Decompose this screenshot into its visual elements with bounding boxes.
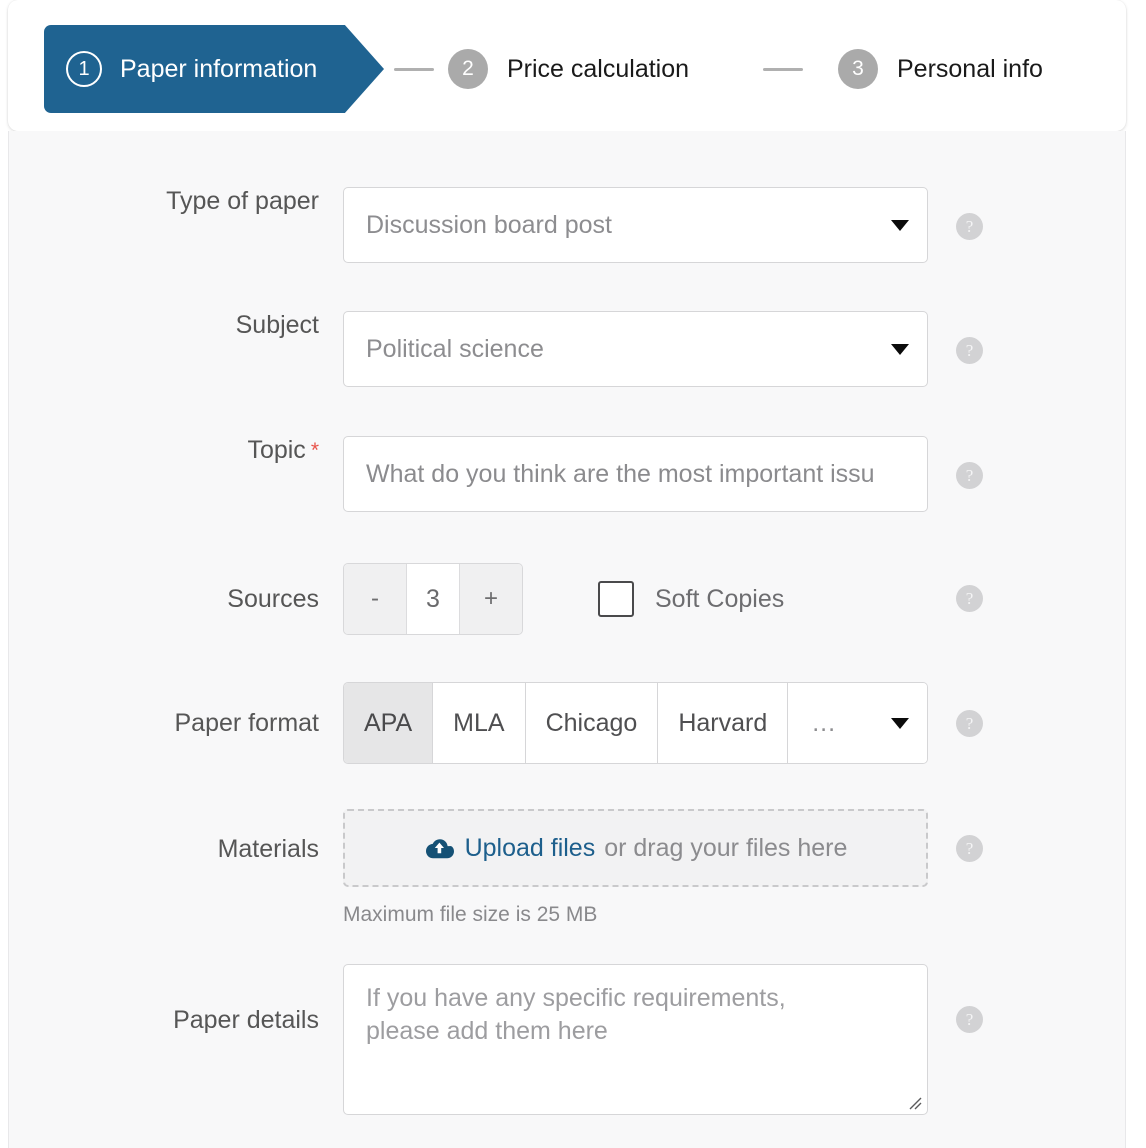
paper-format-option-mla[interactable]: MLA <box>433 683 525 763</box>
upload-files-link[interactable]: Upload files <box>465 834 596 863</box>
materials-help-icon[interactable]: ? <box>956 835 983 862</box>
paper-details-help-icon[interactable]: ? <box>956 1006 983 1033</box>
field-paper-details: Paper details If you have any specific r… <box>9 964 1125 1115</box>
paper-format-control: APA MLA Chicago Harvard ... <box>343 682 928 764</box>
field-materials: Materials Upload files or drag your file… <box>9 809 1125 927</box>
step-1-paper-information[interactable]: 1 Paper information <box>44 25 384 113</box>
step-connector-2 <box>763 68 803 71</box>
paper-details-control: If you have any specific requirements, p… <box>343 964 928 1115</box>
step-3-label: Personal info <box>897 55 1043 84</box>
sources-increment-button[interactable]: + <box>459 564 522 634</box>
step-2-label: Price calculation <box>507 55 689 84</box>
chevron-down-icon <box>891 718 909 729</box>
cloud-upload-icon <box>424 837 454 859</box>
topic-control: What do you think are the most important… <box>343 436 928 512</box>
step-3-number: 3 <box>838 49 878 89</box>
step-connector-1 <box>394 68 434 71</box>
paper-format-option-harvard[interactable]: Harvard <box>658 683 788 763</box>
paper-format-option-apa[interactable]: APA <box>344 683 433 763</box>
field-topic: Topic * What do you think are the most im… <box>9 436 1125 512</box>
type-of-paper-control: Discussion board post <box>343 187 928 263</box>
subject-select[interactable]: Political science <box>343 311 928 387</box>
required-asterisk: * <box>311 439 319 462</box>
upload-prompt: Upload files or drag your files here <box>424 834 848 863</box>
paper-format-option-chicago[interactable]: Chicago <box>526 683 659 763</box>
chevron-down-icon <box>891 220 909 231</box>
resize-handle-icon[interactable] <box>906 1094 922 1110</box>
topic-placeholder: What do you think are the most important… <box>366 460 875 489</box>
step-3-personal-info[interactable]: 3 Personal info <box>838 25 1043 113</box>
topic-label: Topic * <box>9 436 319 465</box>
paper-format-options: APA MLA Chicago Harvard ... <box>343 682 928 764</box>
type-of-paper-select[interactable]: Discussion board post <box>343 187 928 263</box>
subject-label: Subject <box>9 311 319 340</box>
field-paper-format: Paper format APA MLA Chicago Harvard ...… <box>9 682 1125 764</box>
soft-copies-checkbox[interactable] <box>598 581 634 617</box>
step-indicator: 1 Paper information 2 Price calculation … <box>8 25 1126 113</box>
paper-details-label: Paper details <box>9 964 319 1035</box>
paper-details-placeholder: If you have any specific requirements, p… <box>366 982 907 1048</box>
file-dropzone[interactable]: Upload files or drag your files here <box>343 809 928 887</box>
subject-value: Political science <box>366 335 891 364</box>
topic-help-icon[interactable]: ? <box>956 462 983 489</box>
sources-stepper: - 3 + <box>343 563 523 635</box>
subject-control: Political science <box>343 311 928 387</box>
order-form-page: 1 Paper information 2 Price calculation … <box>0 0 1146 1148</box>
field-type-of-paper: Type of paper Discussion board post ? <box>9 187 1125 263</box>
soft-copies-label: Soft Copies <box>655 585 784 614</box>
materials-control: Upload files or drag your files here Max… <box>343 809 928 927</box>
materials-label: Materials <box>9 809 319 864</box>
sources-help-icon[interactable]: ? <box>956 585 983 612</box>
paper-details-textarea[interactable]: If you have any specific requirements, p… <box>343 964 928 1115</box>
paper-format-more-label: ... <box>812 709 836 738</box>
sources-value[interactable]: 3 <box>407 564 459 634</box>
step-1-label: Paper information <box>120 55 317 84</box>
paper-information-form: Type of paper Discussion board post ? Su… <box>8 131 1126 1148</box>
max-file-size-hint: Maximum file size is 25 MB <box>343 903 928 927</box>
type-of-paper-help-icon[interactable]: ? <box>956 213 983 240</box>
paper-format-help-icon[interactable]: ? <box>956 710 983 737</box>
field-sources: Sources - 3 + Soft Copies ? <box>9 563 1125 635</box>
topic-input[interactable]: What do you think are the most important… <box>343 436 928 512</box>
sources-label: Sources <box>9 585 319 614</box>
chevron-down-icon <box>891 344 909 355</box>
type-of-paper-value: Discussion board post <box>366 211 891 240</box>
subject-help-icon[interactable]: ? <box>956 337 983 364</box>
soft-copies-checkbox-wrap[interactable]: Soft Copies <box>598 581 784 617</box>
topic-label-text: Topic <box>247 436 305 464</box>
sources-decrement-button[interactable]: - <box>344 564 407 634</box>
step-1-number: 1 <box>66 51 102 87</box>
step-indicator-card: 1 Paper information 2 Price calculation … <box>8 0 1126 131</box>
paper-format-label: Paper format <box>9 709 319 738</box>
field-subject: Subject Political science ? <box>9 311 1125 387</box>
upload-drag-text: or drag your files here <box>604 834 847 863</box>
type-of-paper-label: Type of paper <box>9 187 319 216</box>
step-2-price-calculation[interactable]: 2 Price calculation <box>448 25 689 113</box>
step-2-number: 2 <box>448 49 488 89</box>
sources-control: - 3 + Soft Copies <box>343 563 784 635</box>
paper-format-more-dropdown[interactable]: ... <box>788 683 927 763</box>
